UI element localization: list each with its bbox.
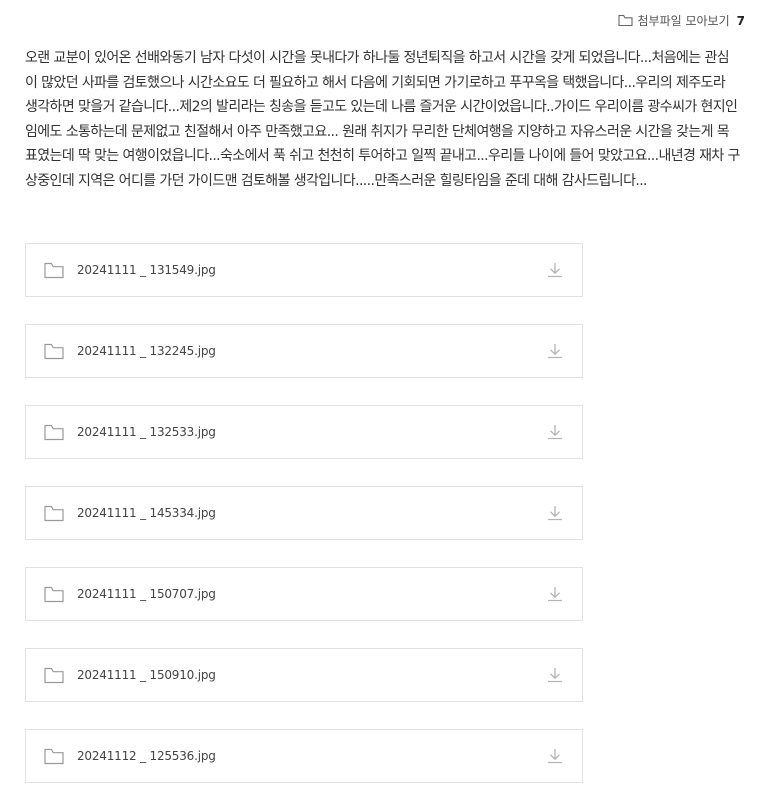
folder-icon bbox=[44, 343, 64, 360]
attachment-file-name: 20241112 _ 125536.jpg bbox=[77, 749, 216, 763]
attachment-file-name: 20241111 _ 132533.jpg bbox=[77, 425, 216, 439]
download-icon[interactable] bbox=[546, 585, 564, 603]
attachment-item[interactable]: 20241111 _ 150707.jpg bbox=[25, 567, 583, 621]
attachments-collect-label: 첨부파일 모아보기 bbox=[637, 14, 730, 28]
folder-icon bbox=[44, 505, 64, 522]
attachments-collect-link[interactable]: 첨부파일 모아보기 7 bbox=[617, 12, 745, 29]
download-icon[interactable] bbox=[546, 747, 564, 765]
review-text: 오랜 교분이 있어온 선배와동기 남자 다섯이 시간을 못내다가 하나둘 정년퇴… bbox=[25, 50, 740, 189]
attachment-item[interactable]: 20241111 _ 132533.jpg bbox=[25, 405, 583, 459]
folder-icon bbox=[44, 748, 64, 765]
folder-icon bbox=[44, 667, 64, 684]
attachment-list: 20241111 _ 131549.jpg 20241111 _ 132245.… bbox=[25, 243, 583, 810]
download-icon[interactable] bbox=[546, 504, 564, 522]
attachment-item[interactable]: 20241112 _ 125536.jpg bbox=[25, 729, 583, 783]
attachment-item[interactable]: 20241111 _ 131549.jpg bbox=[25, 243, 583, 297]
attachment-item[interactable]: 20241111 _ 132245.jpg bbox=[25, 324, 583, 378]
attachment-file-name: 20241111 _ 150707.jpg bbox=[77, 587, 216, 601]
attachment-file-name: 20241111 _ 131549.jpg bbox=[77, 263, 216, 277]
folder-icon bbox=[44, 586, 64, 603]
folder-icon bbox=[44, 262, 64, 279]
download-icon[interactable] bbox=[546, 342, 564, 360]
download-icon[interactable] bbox=[546, 666, 564, 684]
download-icon[interactable] bbox=[546, 261, 564, 279]
attachment-file-name: 20241111 _ 145334.jpg bbox=[77, 506, 216, 520]
attachment-file-name: 20241111 _ 132245.jpg bbox=[77, 344, 216, 358]
folder-icon bbox=[617, 14, 633, 27]
attachments-count: 7 bbox=[736, 13, 745, 28]
attachment-item[interactable]: 20241111 _ 150910.jpg bbox=[25, 648, 583, 702]
download-icon[interactable] bbox=[546, 423, 564, 441]
attachment-file-name: 20241111 _ 150910.jpg bbox=[77, 668, 216, 682]
attachment-item[interactable]: 20241111 _ 145334.jpg bbox=[25, 486, 583, 540]
folder-icon bbox=[44, 424, 64, 441]
